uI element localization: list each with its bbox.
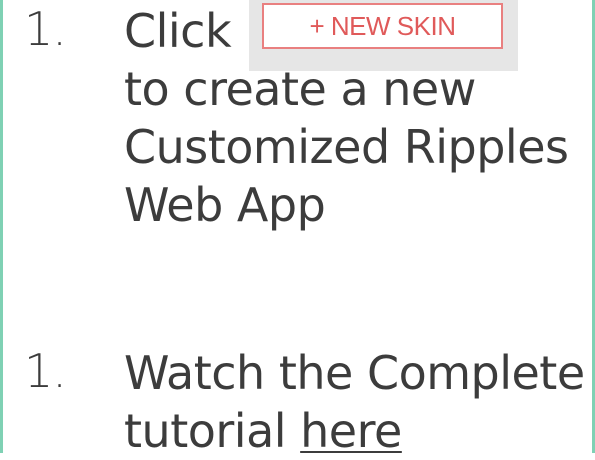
step-1-line-2: Customized Ripples [124, 120, 569, 174]
step-2-line-2: tutorial here [124, 402, 402, 460]
step-2-line-1: Watch the Complete [124, 346, 585, 400]
tutorial-here-link[interactable]: here [300, 404, 402, 458]
step-1-line-3: Web App [124, 178, 326, 232]
step-1-click-word: Click [124, 4, 232, 58]
new-skin-button[interactable]: + NEW SKIN [262, 3, 503, 49]
step-2-number: 1. [24, 344, 67, 398]
step-1-number: 1. [24, 2, 67, 56]
step-1-line-1: to create a new [124, 62, 476, 116]
step-2-line-2-prefix: tutorial [124, 404, 301, 458]
